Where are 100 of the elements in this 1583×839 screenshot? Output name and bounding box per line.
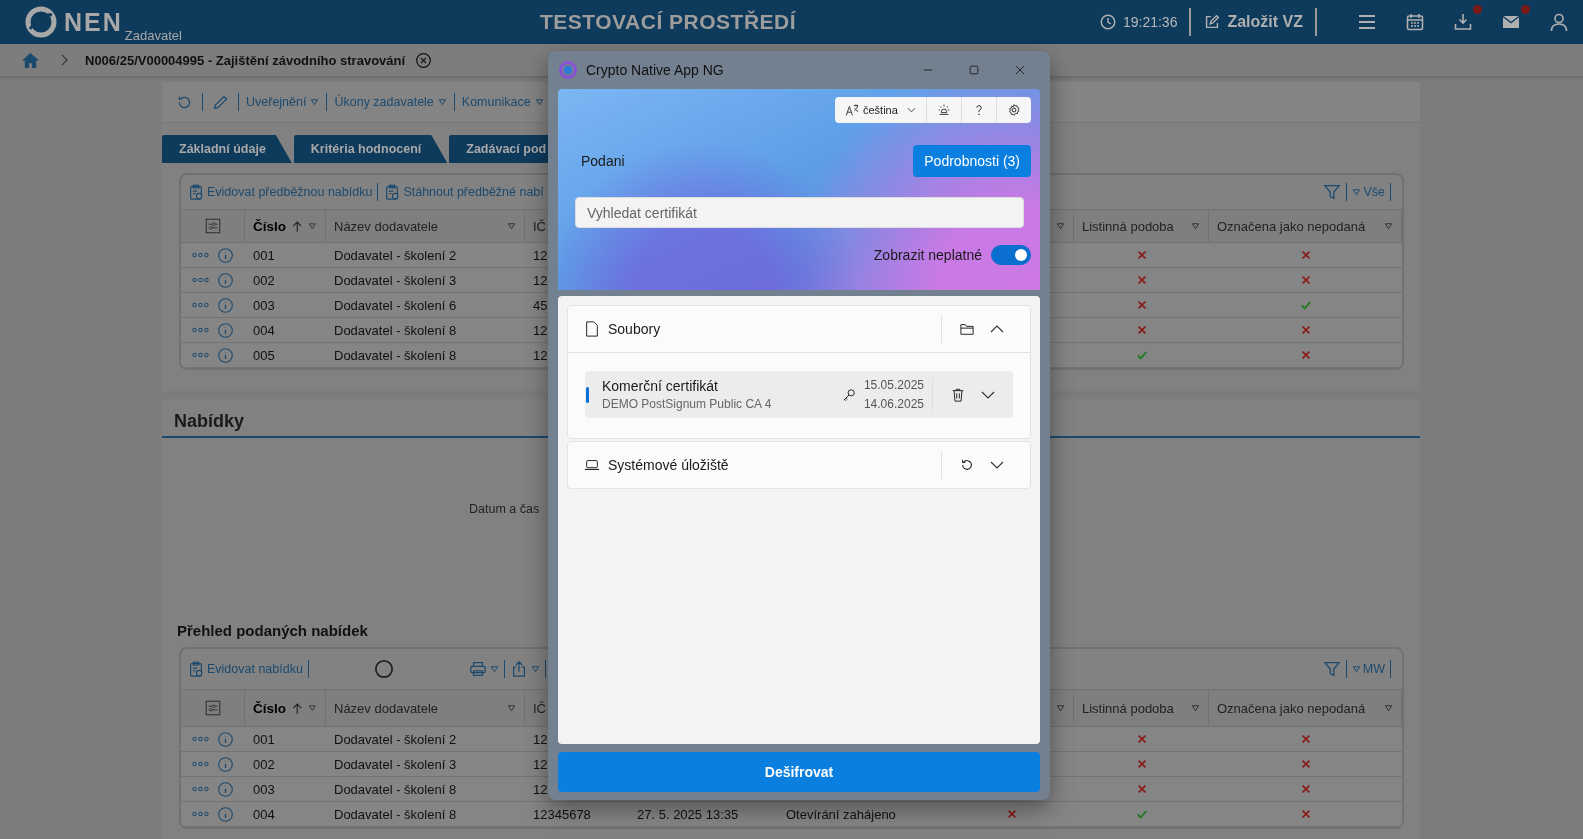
home-icon[interactable] (21, 50, 40, 70)
tab[interactable]: Zadávací pod (449, 135, 549, 163)
table-cell: Dodavatel - školení 8 (334, 322, 457, 338)
logo-subtitle: Zadavatel (124, 28, 182, 43)
info-icon[interactable] (217, 730, 234, 748)
chevron-icon (60, 54, 69, 66)
filter-icon[interactable] (308, 704, 317, 712)
breadcrumb-title[interactable]: N006/25/V00004995 - Zajištění závodního stravování (85, 52, 406, 68)
clipboard-icon (187, 183, 205, 201)
section-label: Podani (581, 153, 625, 169)
pencil-icon[interactable] (212, 93, 229, 111)
app-logo-icon (558, 60, 578, 80)
dropdown-arrow-icon (1352, 188, 1362, 196)
more-icon[interactable] (192, 352, 209, 358)
column-header[interactable]: Číslo (253, 218, 286, 234)
table-cell: 12 (533, 247, 548, 263)
filter-icon[interactable] (1191, 222, 1200, 230)
printer-icon (468, 660, 487, 678)
info-icon[interactable] (217, 805, 234, 823)
action-button[interactable]: Evidovat předběžnou nabídku (187, 183, 373, 201)
table-cell: 12 (533, 756, 548, 772)
certificate-item[interactable]: Komerční certifikát DEMO PostSignum Public CA 4 15.05.2025 14.06.2025 (585, 371, 1013, 418)
more-icon[interactable] (192, 811, 209, 817)
table-cell: 004 (253, 806, 275, 822)
translate-icon (845, 103, 859, 117)
table-cell: Dodavatel - školení 3 (334, 272, 457, 288)
more-icon[interactable] (192, 786, 209, 792)
toggle-label: Zobrazit neplatné (873, 247, 982, 263)
filter-icon[interactable] (507, 704, 516, 712)
table-cell: Dodavatel - školení 2 (334, 247, 457, 263)
table-cell: 003 (253, 781, 275, 797)
logo-text: NEN (64, 7, 123, 37)
trash-icon[interactable] (951, 387, 965, 402)
column-header[interactable]: IČ (533, 218, 546, 234)
info-icon[interactable] (217, 780, 234, 798)
clock-icon (1098, 13, 1117, 31)
more-icon[interactable] (192, 736, 209, 742)
sort-up-icon[interactable] (292, 219, 303, 233)
filter-icon[interactable] (1322, 660, 1341, 678)
column-header[interactable]: IČ (533, 700, 546, 716)
search-field[interactable]: Vyhledat certifikát (575, 197, 1024, 228)
calendar-icon[interactable] (1405, 12, 1425, 32)
decrypt-button[interactable]: Dešifrovat (558, 752, 1040, 792)
filter-icon[interactable] (1323, 183, 1342, 201)
tab[interactable]: Kritéria hodnocení (293, 135, 448, 163)
info-icon[interactable] (217, 346, 234, 364)
table-cell: Dodavatel - školení 8 (334, 347, 457, 363)
toggle-switch[interactable] (991, 245, 1031, 265)
filter-icon[interactable] (1384, 222, 1393, 230)
close-icon[interactable] (415, 51, 433, 69)
menu-button[interactable]: Úkony zadavatele (332, 95, 449, 109)
action-button[interactable]: Stáhnout předběžné nabí (383, 183, 544, 201)
more-icon[interactable] (192, 302, 209, 308)
folder-icon[interactable] (960, 322, 974, 336)
table-cell: 12 (533, 347, 548, 363)
menu-button[interactable]: Uveřejnění (244, 95, 322, 109)
filter-icon[interactable] (1191, 704, 1200, 712)
group-title[interactable]: Systémové úložiště (608, 457, 729, 473)
column-header[interactable]: Číslo (253, 700, 286, 716)
info-icon[interactable] (217, 321, 234, 339)
refresh-icon[interactable] (960, 458, 974, 472)
dropdown-arrow-icon (310, 98, 320, 106)
laptop-icon (584, 457, 600, 473)
group-title[interactable]: Soubory (608, 321, 661, 337)
loading-spinner-icon (373, 659, 394, 679)
more-icon[interactable] (192, 252, 209, 258)
more-icon[interactable] (192, 761, 209, 767)
details-button[interactable]: Podrobnosti (3) (913, 145, 1031, 177)
user-icon[interactable] (1549, 12, 1569, 32)
table-cell: 001 (253, 731, 275, 747)
filter-icon[interactable] (507, 222, 516, 230)
filter-icon[interactable] (1056, 704, 1065, 712)
action-button[interactable]: Evidovat nabídku (187, 660, 303, 678)
download-icon[interactable] (1453, 12, 1473, 32)
table-cell: Dodavatel - školení 6 (334, 297, 457, 313)
create-button[interactable]: Založit VZ (1203, 13, 1303, 31)
tab[interactable]: Základní údaje (162, 135, 292, 163)
filter-icon[interactable] (1384, 704, 1393, 712)
dropdown-arrow-icon (1351, 665, 1361, 673)
menu-button[interactable]: Komunikace (459, 95, 546, 109)
column-settings-icon[interactable] (203, 217, 222, 235)
filter-icon[interactable] (1056, 222, 1065, 230)
print-button[interactable] (468, 660, 499, 678)
chevron-down-icon (907, 107, 916, 113)
info-icon[interactable] (217, 755, 234, 773)
filter-icon[interactable] (308, 222, 317, 230)
more-icon[interactable] (192, 277, 209, 283)
sort-up-icon[interactable] (292, 701, 303, 715)
dropdown-arrow-icon (534, 98, 544, 106)
column-settings-icon[interactable] (203, 699, 222, 717)
table-cell: 12 (533, 272, 548, 288)
filter-dropdown[interactable]: Vše (1352, 185, 1385, 199)
close-icon[interactable] (1014, 64, 1026, 76)
maximize-icon[interactable] (968, 64, 980, 76)
info-icon[interactable] (217, 246, 234, 264)
info-icon[interactable] (217, 296, 234, 314)
menu-icon[interactable] (1357, 12, 1377, 32)
info-icon[interactable] (217, 271, 234, 289)
more-icon[interactable] (192, 327, 209, 333)
filter-dropdown[interactable]: MW (1351, 662, 1385, 676)
